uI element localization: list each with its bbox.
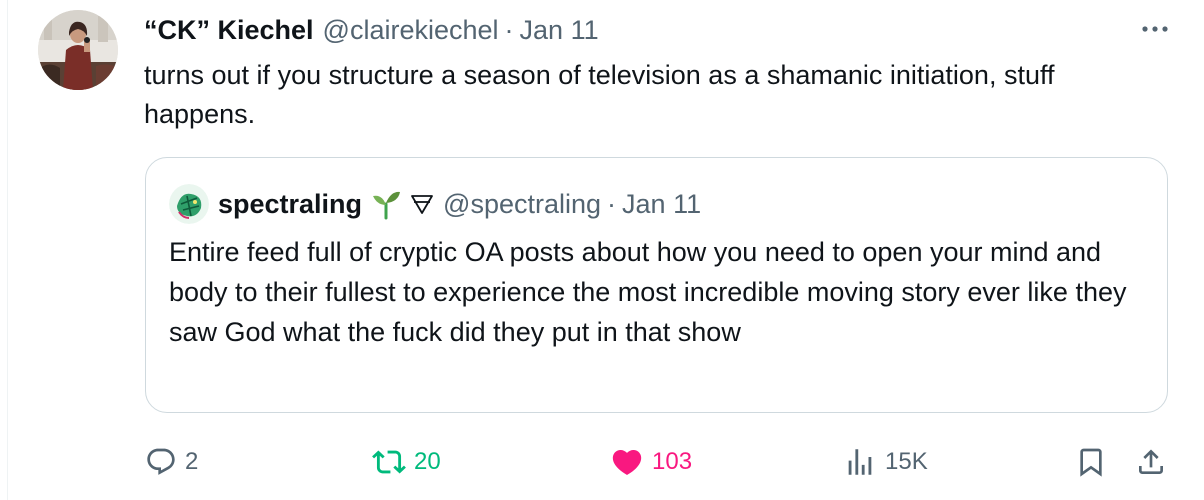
reply-count: 2: [185, 448, 199, 475]
heart-icon: [612, 449, 642, 475]
left-border: [0, 0, 8, 500]
author-avatar[interactable]: [38, 10, 118, 90]
tweet-action-bar: 2 20 103 15K: [0, 438, 1204, 486]
reply-icon: [147, 448, 175, 475]
reply-button[interactable]: 2: [145, 438, 198, 486]
retweet-count: 20: [414, 448, 441, 475]
tweet-text: turns out if you structure a season of t…: [144, 60, 1055, 129]
separator-dot: ·: [504, 14, 514, 45]
quoted-avatar-image: [169, 184, 209, 224]
quoted-author-avatar[interactable]: [169, 184, 209, 224]
author-avatar-image: [38, 10, 118, 90]
retweet-icon: [372, 450, 406, 474]
tweet-date[interactable]: Jan 11: [520, 15, 599, 46]
quoted-tweet-header: spectraling @spectraling · Jan 11: [169, 184, 701, 224]
more-options-button[interactable]: [1138, 12, 1172, 46]
retweet-button[interactable]: 20: [372, 438, 441, 486]
views-button[interactable]: 15K: [843, 438, 928, 486]
like-button[interactable]: 103: [610, 438, 692, 486]
more-icon: [1142, 26, 1168, 32]
quoted-tweet-card[interactable]: spectraling @spectraling · Jan 11 Entire…: [145, 157, 1168, 413]
quoted-author-display-name[interactable]: spectraling: [218, 189, 362, 220]
author-handle[interactable]: @clairekiechel: [323, 15, 499, 46]
quoted-separator-dot: ·: [607, 188, 617, 219]
author-display-name[interactable]: “CK” Kiechel: [144, 15, 314, 46]
alchemical-symbol-icon: [410, 192, 434, 216]
seedling-icon: [369, 188, 403, 220]
tweet-header: “CK” Kiechel @clairekiechel · Jan 11: [144, 10, 599, 50]
quoted-tweet-date[interactable]: Jan 11: [622, 189, 701, 220]
like-count: 103: [652, 448, 693, 475]
views-icon: [848, 449, 872, 475]
bookmark-button[interactable]: [1075, 438, 1107, 486]
quoted-tweet-text: Entire feed full of cryptic OA posts abo…: [169, 237, 1127, 347]
share-icon: [1139, 449, 1163, 474]
quoted-author-handle[interactable]: @spectraling: [443, 189, 601, 220]
share-button[interactable]: [1135, 438, 1167, 486]
bookmark-icon: [1080, 448, 1102, 477]
views-count: 15K: [885, 448, 928, 475]
